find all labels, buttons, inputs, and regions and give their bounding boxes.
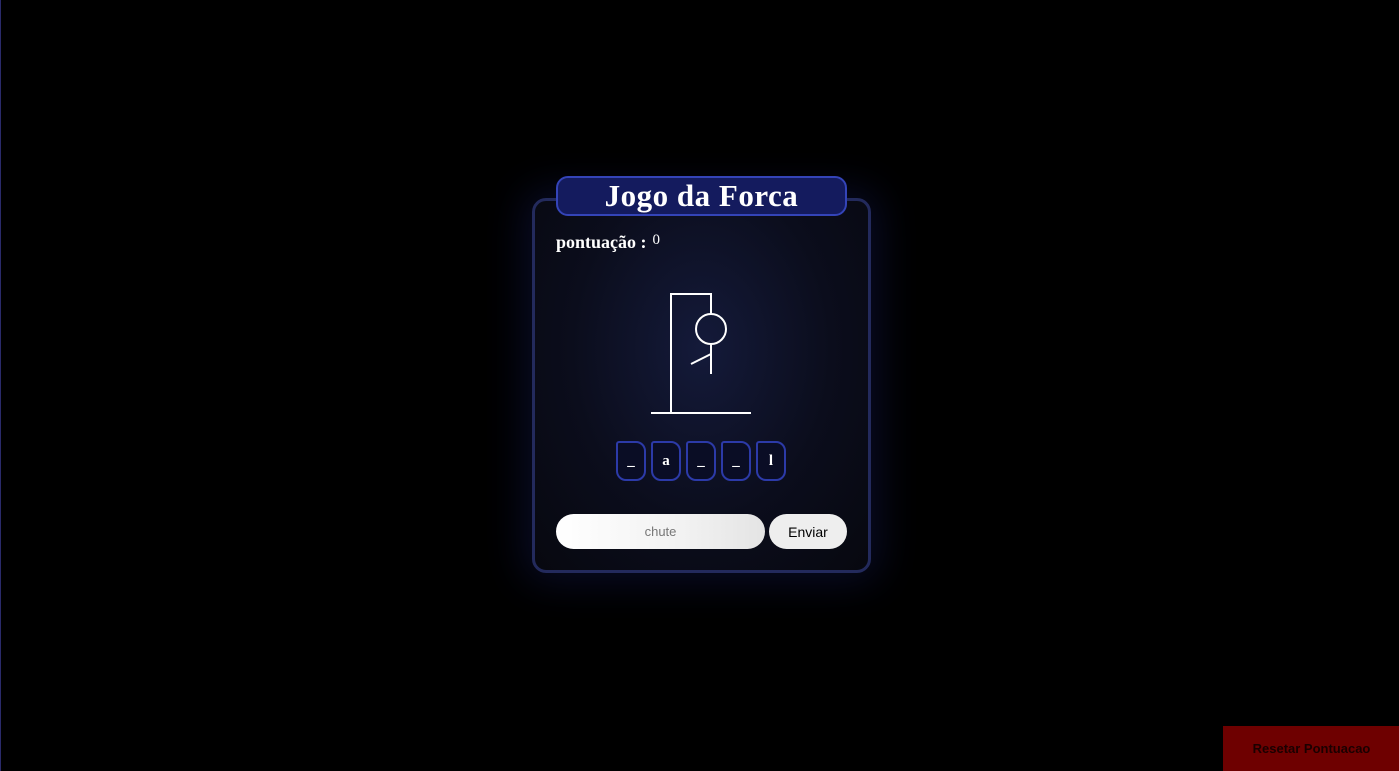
hangman-head (695, 313, 727, 345)
hangman-left-arm (690, 353, 712, 365)
score-value: 0 (652, 232, 661, 248)
score-label: pontuação : (556, 232, 647, 252)
guess-input[interactable] (556, 514, 765, 549)
reset-score-button[interactable]: Resetar Pontuacao (1223, 726, 1399, 771)
word-slots: _ a _ _ l (616, 441, 786, 481)
send-button[interactable]: Enviar (769, 514, 847, 549)
letter-slot: l (756, 441, 786, 481)
score-display: pontuação : 0 (556, 232, 660, 253)
hangman-drawing (651, 293, 751, 414)
game-title: Jogo da Forca (604, 178, 799, 213)
letter-slot: a (651, 441, 681, 481)
letter-slot: _ (616, 441, 646, 481)
letter-slot: _ (686, 441, 716, 481)
letter-slot: _ (721, 441, 751, 481)
title-banner: Jogo da Forca (556, 176, 847, 216)
